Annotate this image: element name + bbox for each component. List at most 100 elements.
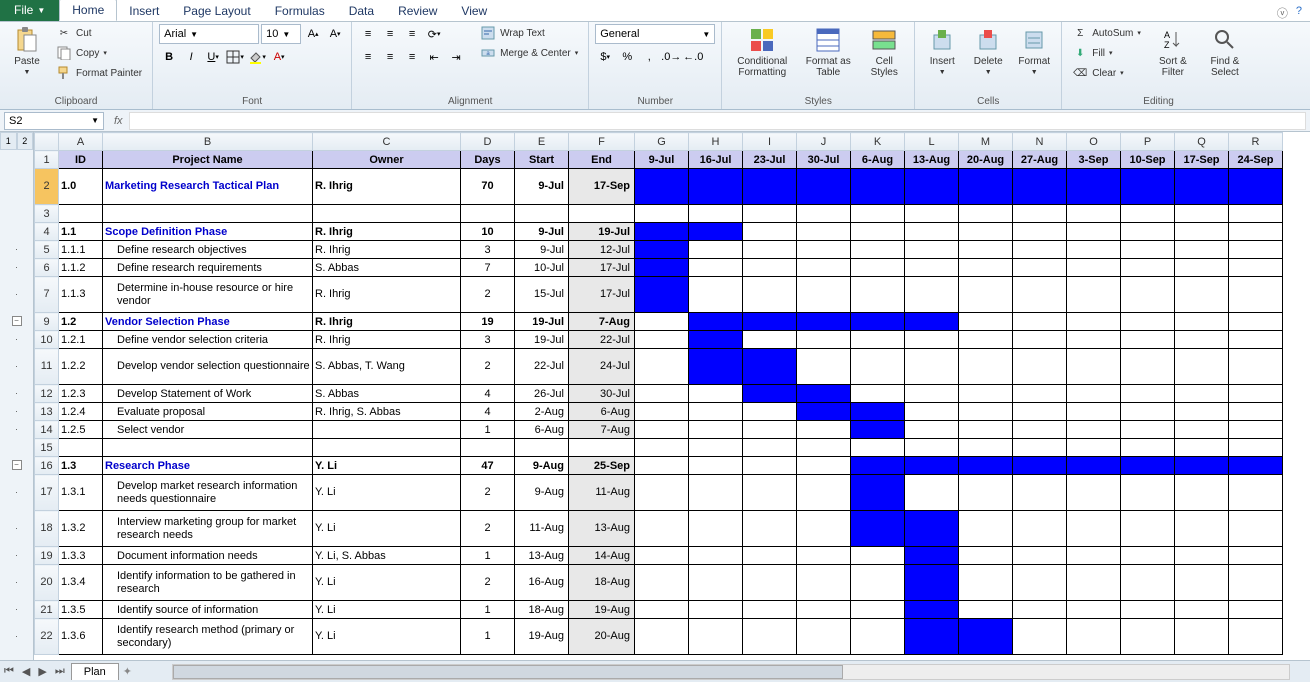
gantt-cell[interactable] (851, 223, 905, 241)
cell[interactable] (1175, 439, 1229, 457)
gantt-cell[interactable] (1121, 565, 1175, 601)
gantt-cell[interactable] (797, 169, 851, 205)
gantt-cell[interactable] (959, 475, 1013, 511)
cell-start[interactable]: 2-Aug (515, 403, 569, 421)
gantt-cell[interactable] (1013, 547, 1067, 565)
gantt-cell[interactable] (1121, 241, 1175, 259)
cell-end[interactable]: 30-Jul (569, 385, 635, 403)
gantt-cell[interactable] (635, 475, 689, 511)
gantt-cell[interactable] (743, 547, 797, 565)
table-header-cell[interactable]: 9-Jul (635, 151, 689, 169)
gantt-cell[interactable] (1013, 331, 1067, 349)
cell[interactable] (689, 439, 743, 457)
gantt-cell[interactable] (1229, 547, 1283, 565)
cell-name[interactable]: Determine in-house resource or hire vend… (103, 277, 313, 313)
gantt-cell[interactable] (1175, 601, 1229, 619)
gantt-cell[interactable] (959, 223, 1013, 241)
cell-days[interactable]: 2 (461, 475, 515, 511)
gantt-cell[interactable] (1121, 277, 1175, 313)
cell-start[interactable]: 13-Aug (515, 547, 569, 565)
gantt-cell[interactable] (1121, 601, 1175, 619)
row-header-9[interactable]: 9 (35, 313, 59, 331)
cell-days[interactable]: 10 (461, 223, 515, 241)
cell-owner[interactable]: Y. Li (313, 511, 461, 547)
cell-name[interactable]: Vendor Selection Phase (103, 313, 313, 331)
cell-end[interactable]: 7-Aug (569, 421, 635, 439)
fill-color-button[interactable]: ▾ (247, 47, 267, 67)
row-header-7[interactable]: 7 (35, 277, 59, 313)
cell-owner[interactable]: R. Ihrig (313, 313, 461, 331)
cell-name[interactable]: Scope Definition Phase (103, 223, 313, 241)
gantt-cell[interactable] (797, 601, 851, 619)
gantt-cell[interactable] (743, 223, 797, 241)
table-header-cell[interactable]: 30-Jul (797, 151, 851, 169)
cell-id[interactable]: 1.2 (59, 313, 103, 331)
fill-button[interactable]: ⬇Fill▾ (1068, 44, 1145, 62)
gantt-cell[interactable] (959, 259, 1013, 277)
cell-end[interactable]: 19-Jul (569, 223, 635, 241)
cell-owner[interactable]: Y. Li (313, 475, 461, 511)
gantt-cell[interactable] (689, 511, 743, 547)
gantt-cell[interactable] (1067, 619, 1121, 655)
gantt-cell[interactable] (905, 565, 959, 601)
gantt-cell[interactable] (905, 385, 959, 403)
cell-end[interactable]: 20-Aug (569, 619, 635, 655)
row-header-17[interactable]: 17 (35, 475, 59, 511)
outline-collapse-button[interactable]: − (12, 460, 22, 470)
cell-owner[interactable]: Y. Li (313, 619, 461, 655)
gantt-cell[interactable] (1067, 385, 1121, 403)
cell-start[interactable]: 18-Aug (515, 601, 569, 619)
gantt-cell[interactable] (851, 169, 905, 205)
cell-owner[interactable]: Y. Li, S. Abbas (313, 547, 461, 565)
cell-end[interactable]: 7-Aug (569, 313, 635, 331)
formula-input[interactable] (129, 112, 1306, 130)
gantt-cell[interactable] (635, 277, 689, 313)
gantt-cell[interactable] (1121, 547, 1175, 565)
gantt-cell[interactable] (689, 601, 743, 619)
cell[interactable] (851, 205, 905, 223)
gantt-cell[interactable] (905, 547, 959, 565)
sort-filter-button[interactable]: AZSort & Filter (1149, 24, 1197, 80)
gantt-cell[interactable] (959, 313, 1013, 331)
gantt-cell[interactable] (851, 349, 905, 385)
gantt-cell[interactable] (635, 349, 689, 385)
clear-button[interactable]: ⌫Clear▾ (1068, 64, 1145, 82)
cell-name[interactable]: Select vendor (103, 421, 313, 439)
cell-start[interactable]: 16-Aug (515, 565, 569, 601)
cell-days[interactable]: 1 (461, 547, 515, 565)
gantt-cell[interactable] (905, 241, 959, 259)
cell[interactable] (797, 439, 851, 457)
gantt-cell[interactable] (1175, 169, 1229, 205)
cell-id[interactable]: 1.3.3 (59, 547, 103, 565)
cell[interactable] (59, 205, 103, 223)
cell-id[interactable]: 1.1.3 (59, 277, 103, 313)
gantt-cell[interactable] (1067, 547, 1121, 565)
gantt-cell[interactable] (689, 223, 743, 241)
gantt-cell[interactable] (905, 169, 959, 205)
indent-decrease-button[interactable]: ⇤ (424, 47, 444, 67)
row-header-6[interactable]: 6 (35, 259, 59, 277)
cell-end[interactable]: 17-Sep (569, 169, 635, 205)
cell-end[interactable]: 13-Aug (569, 511, 635, 547)
gantt-cell[interactable] (959, 385, 1013, 403)
cell[interactable] (743, 439, 797, 457)
gantt-cell[interactable] (851, 403, 905, 421)
table-header-cell[interactable]: 16-Jul (689, 151, 743, 169)
cell-id[interactable]: 1.2.1 (59, 331, 103, 349)
autosum-button[interactable]: ΣAutoSum▾ (1068, 24, 1145, 42)
gantt-cell[interactable] (851, 277, 905, 313)
gantt-cell[interactable] (743, 421, 797, 439)
cell[interactable] (515, 205, 569, 223)
cell-id[interactable]: 1.3.5 (59, 601, 103, 619)
gantt-cell[interactable] (1013, 475, 1067, 511)
gantt-cell[interactable] (1013, 403, 1067, 421)
cell-id[interactable]: 1.2.2 (59, 349, 103, 385)
cell-days[interactable]: 2 (461, 511, 515, 547)
row-header-4[interactable]: 4 (35, 223, 59, 241)
gantt-cell[interactable] (959, 241, 1013, 259)
gantt-cell[interactable] (1013, 511, 1067, 547)
gantt-cell[interactable] (959, 277, 1013, 313)
sheet-nav-next[interactable]: ▶ (34, 665, 50, 678)
gantt-cell[interactable] (1013, 259, 1067, 277)
col-header-I[interactable]: I (743, 133, 797, 151)
